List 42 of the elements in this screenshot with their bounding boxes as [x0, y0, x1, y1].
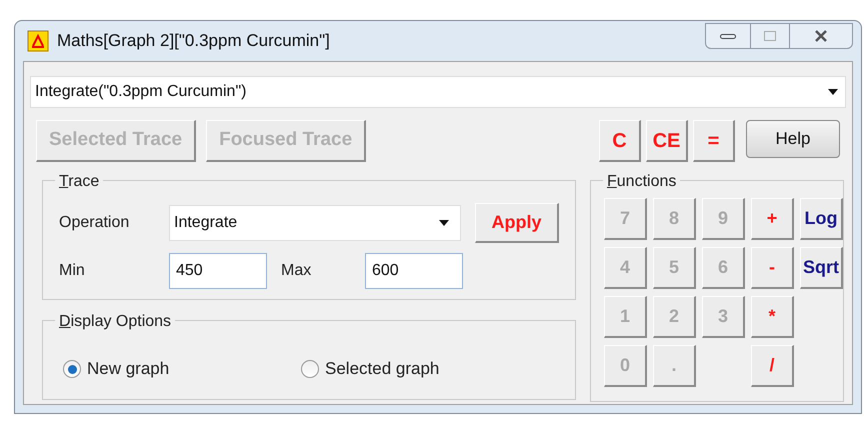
keypad-key[interactable]: 9	[702, 198, 745, 240]
dropdown-arrow-icon	[438, 219, 450, 227]
keypad-key[interactable]: 0	[604, 345, 647, 387]
keypad-key[interactable]: /	[751, 345, 794, 387]
keypad-key[interactable]: 2	[653, 296, 696, 338]
radio-button[interactable]	[63, 360, 81, 378]
dropdown-arrow-icon	[827, 88, 839, 96]
radio-label: New graph	[87, 358, 170, 380]
keypad-key[interactable]: 5	[653, 247, 696, 289]
close-icon	[814, 30, 828, 42]
apply-button[interactable]: Apply	[475, 203, 559, 243]
keypad-key[interactable]: +	[751, 198, 794, 240]
keypad-key[interactable]: Log	[800, 198, 843, 240]
radio-label: Selected graph	[325, 358, 440, 380]
keypad-key[interactable]: 3	[702, 296, 745, 338]
window-title: Maths[Graph 2]["0.3ppm Curcumin"]	[57, 30, 330, 52]
operation-dropdown[interactable]: Integrate	[169, 205, 461, 241]
calc-key[interactable]: CE	[646, 120, 688, 162]
min-field[interactable]: 450	[169, 253, 267, 289]
keypad-key[interactable]: -	[751, 247, 794, 289]
app-icon	[27, 30, 49, 52]
close-button[interactable]	[789, 23, 853, 49]
operation-label: Operation	[59, 213, 130, 233]
keypad-key[interactable]: Sqrt	[800, 247, 843, 289]
keypad-key[interactable]: 1	[604, 296, 647, 338]
keypad-key[interactable]: 7	[604, 198, 647, 240]
max-label: Max	[281, 261, 312, 281]
max-field[interactable]: 600	[365, 253, 463, 289]
keypad-key[interactable]: *	[751, 296, 794, 338]
expression-combobox[interactable]: Integrate("0.3ppm Curcumin")	[30, 76, 846, 108]
radio-button[interactable]	[301, 360, 319, 378]
minimize-button[interactable]	[705, 23, 751, 49]
min-label: Min	[59, 261, 86, 281]
calc-key[interactable]: C	[599, 120, 641, 162]
calc-key[interactable]: =	[693, 120, 735, 162]
keypad-key[interactable]: 8	[653, 198, 696, 240]
help-button[interactable]: Help	[746, 120, 840, 158]
maximize-icon	[764, 31, 776, 41]
keypad-key[interactable]: 4	[604, 247, 647, 289]
keypad-key[interactable]: .	[653, 345, 696, 387]
minimize-icon	[720, 34, 736, 38]
keypad-key[interactable]: 6	[702, 247, 745, 289]
